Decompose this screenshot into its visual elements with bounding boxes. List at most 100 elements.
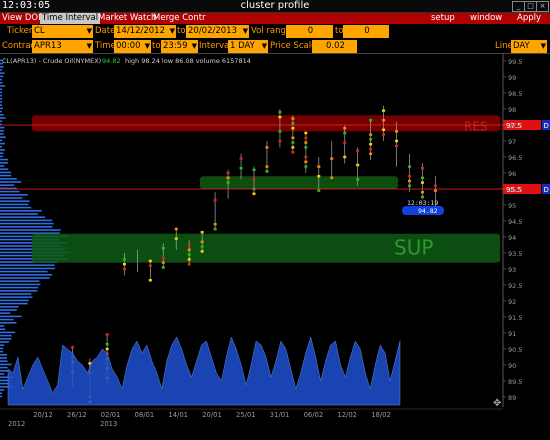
candle-cluster: [421, 191, 424, 193]
tab-view-dom[interactable]: View DOM: [2, 13, 45, 24]
apply-button[interactable]: Apply: [517, 13, 541, 24]
title-bar: 12:03:05 cluster profile _ □ ×: [0, 0, 550, 13]
profile-bar: [0, 130, 4, 132]
profile-bar: [0, 332, 15, 334]
profile-bar: [0, 60, 3, 62]
cluster-profile-chart[interactable]: CL(APR13) - Crude Oil(NYMEX) 94.82 high …: [0, 53, 550, 440]
profile-bar: [0, 300, 29, 302]
date-to-value: 20/02/2013: [188, 26, 237, 36]
x-tick-label: 18/02: [371, 411, 391, 419]
profile-bar: [0, 108, 3, 110]
profile-bar: [0, 92, 2, 94]
x-tick-label: 02/01: [101, 411, 121, 419]
x-tick-label: 14/01: [168, 411, 188, 419]
candle-cluster: [343, 132, 346, 134]
candle-cluster: [343, 127, 346, 129]
profile-bar: [0, 344, 4, 346]
setup-button[interactable]: setup: [431, 13, 455, 24]
interval-field[interactable]: 1 DAY ▼: [228, 40, 268, 53]
profile-bar: [0, 191, 20, 193]
candle-cluster: [304, 132, 307, 134]
candle-cluster: [317, 175, 320, 177]
candle-cluster: [291, 151, 294, 153]
profile-bar: [0, 220, 52, 222]
candle-cluster: [188, 258, 191, 260]
y-tick-label: 93.5: [508, 250, 522, 258]
candle-cluster: [356, 178, 359, 180]
candle-cluster: [395, 145, 398, 147]
candle-cluster: [291, 141, 294, 143]
candle-cluster: [201, 231, 204, 233]
candle-cluster: [188, 263, 191, 265]
candle-cluster: [304, 146, 307, 148]
y-tick-label: 89: [508, 394, 516, 402]
candle-cluster: [227, 177, 230, 179]
window-button[interactable]: window: [470, 13, 502, 24]
candle-cluster: [214, 199, 217, 201]
tab-market-watch[interactable]: Market Watch: [98, 13, 156, 24]
candle-cluster: [369, 133, 372, 135]
candle-cluster: [382, 133, 385, 135]
close-icon[interactable]: ×: [536, 1, 549, 12]
candle-cluster: [278, 111, 281, 113]
candle-cluster: [317, 189, 320, 191]
profile-bar: [0, 175, 11, 177]
candle-cluster: [214, 223, 217, 225]
line-field[interactable]: DAY ▼: [511, 40, 547, 53]
vol-from-field[interactable]: 0: [286, 25, 333, 38]
profile-bar: [0, 226, 52, 228]
volume-profile: [0, 60, 70, 398]
price-scale-field[interactable]: 0.02: [312, 40, 357, 53]
profile-bar: [0, 168, 8, 170]
profile-bar: [0, 159, 8, 161]
profile-bar: [0, 181, 21, 183]
y-tick-label: 90: [508, 362, 516, 370]
zone-label: SUP: [394, 236, 433, 260]
y-tick-label: 93: [508, 266, 516, 274]
candle-cluster: [106, 348, 109, 350]
candle-cluster: [421, 181, 424, 183]
profile-bar: [0, 120, 2, 122]
profile-bar: [0, 264, 55, 266]
profile-bar: [0, 172, 11, 174]
candle-cluster: [227, 172, 230, 174]
candle-cluster: [291, 127, 294, 129]
candle-cluster: [71, 346, 74, 348]
menu-bar: View DOM Time Interval Market Watch Merg…: [0, 13, 550, 24]
tab-merge-contr[interactable]: Merge Contr: [153, 13, 206, 24]
candle-cluster: [421, 196, 424, 198]
date-to-field[interactable]: 20/02/2013 ▼: [186, 25, 249, 38]
candle-cluster: [382, 109, 385, 111]
candle-cluster: [369, 143, 372, 145]
y-tick-label: 98.5: [508, 90, 522, 98]
vol-to-field[interactable]: 0: [343, 25, 389, 38]
candle-cluster: [278, 116, 281, 118]
candle-cluster: [343, 156, 346, 158]
y-tick-label: 96.5: [508, 154, 522, 162]
time-to-field[interactable]: 23:59 ▼: [161, 40, 198, 53]
date-from-field[interactable]: 14/12/2012 ▼: [114, 25, 176, 38]
profile-bar: [0, 290, 37, 292]
candle-cluster: [253, 169, 256, 171]
tab-time-interval[interactable]: Time Interval: [40, 13, 100, 24]
candle-cluster: [356, 149, 359, 151]
window-title: cluster profile: [0, 0, 550, 11]
profile-bar: [0, 146, 2, 148]
profile-bar: [0, 82, 2, 84]
line-value: DAY: [513, 41, 530, 51]
ticker-field[interactable]: CL ▼: [32, 25, 93, 38]
time-from-field[interactable]: 00:00 ▼: [114, 40, 151, 53]
candle-cluster: [149, 279, 152, 281]
price-axis: 99.59998.59897.59796.59695.59594.59493.5…: [503, 58, 522, 402]
profile-bar: [0, 197, 22, 199]
candle-cluster: [188, 249, 191, 251]
candle-cluster: [291, 122, 294, 124]
time-axis: 20/12 26/12 02/01 08/01 14/01 20/01 25/01 31/01…: [0, 409, 503, 428]
profile-bar: [0, 207, 31, 209]
candle-cluster: [291, 117, 294, 119]
price-callout: 12:03:1994.82: [402, 199, 444, 215]
contract-field[interactable]: APR13 ▼: [32, 40, 93, 53]
interval-label: Interval: [199, 40, 232, 53]
candle-cluster: [330, 157, 333, 159]
candle-cluster: [162, 261, 165, 263]
